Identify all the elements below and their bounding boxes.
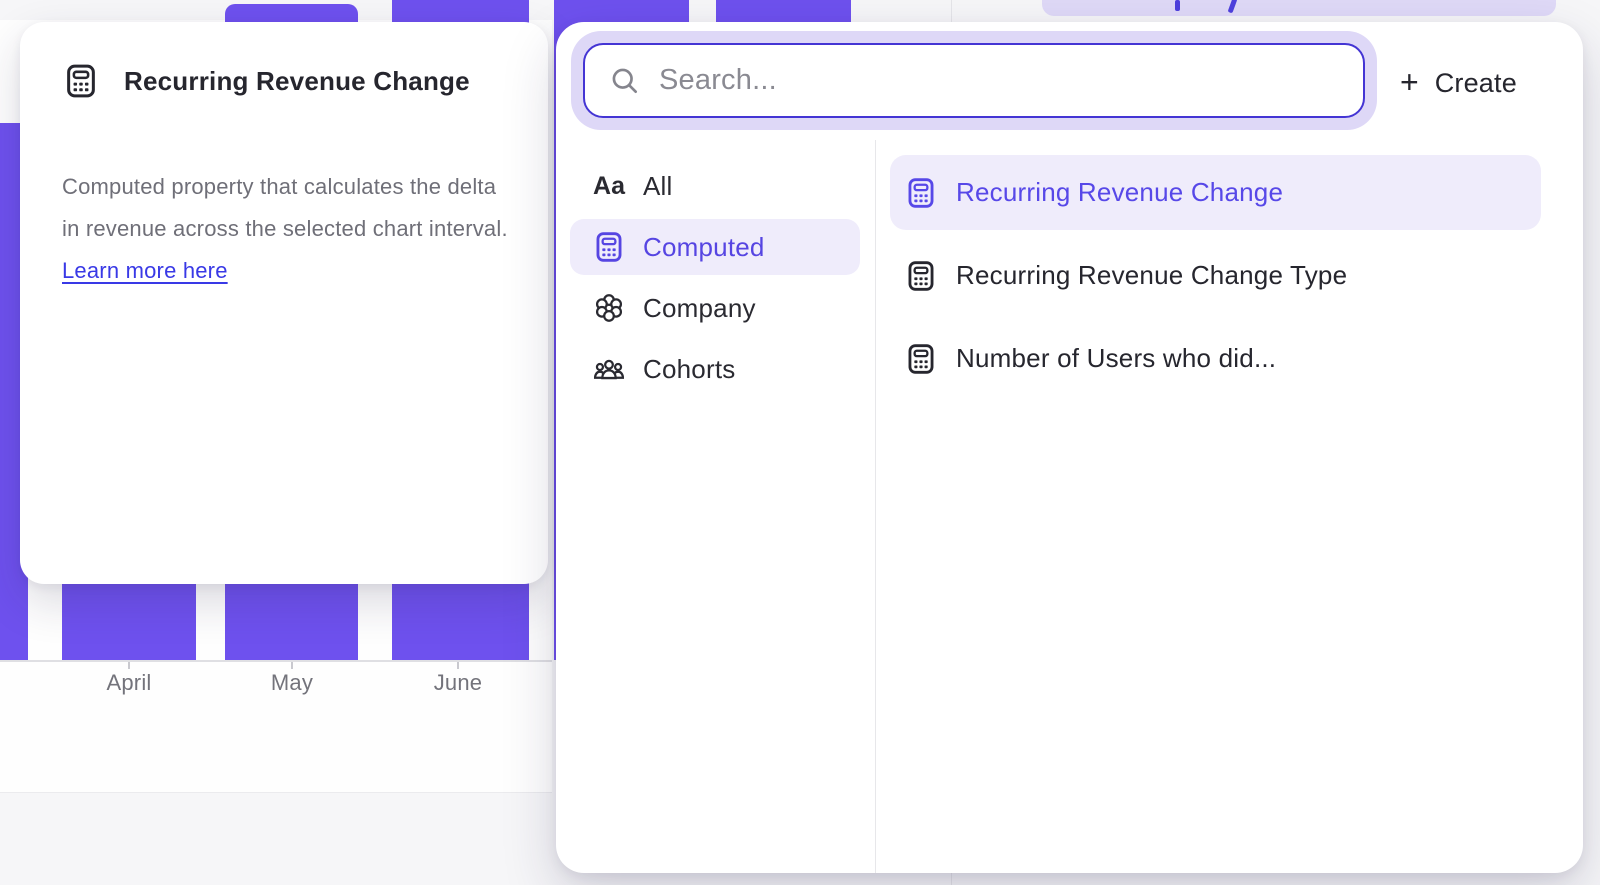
result-label: Number of Users who did... (956, 343, 1276, 374)
calculator-icon (904, 176, 938, 210)
filter-item-computed[interactable]: Computed (570, 219, 860, 275)
plus-icon: + (1400, 66, 1419, 98)
create-button-label: Create (1435, 68, 1517, 99)
calculator-icon (904, 342, 938, 376)
axis-tick (291, 662, 293, 669)
result-item-number-of-users[interactable]: Number of Users who did... (890, 321, 1541, 396)
filter-label: Cohorts (643, 354, 735, 385)
calculator-icon (62, 62, 100, 100)
filter-item-company[interactable]: Company (570, 280, 860, 336)
background-horizontal-divider (0, 792, 552, 793)
axis-tick (128, 662, 130, 669)
tooltip-title: Recurring Revenue Change (124, 66, 470, 97)
property-tooltip-card: Recurring Revenue Change Computed proper… (20, 22, 548, 584)
filter-item-cohorts[interactable]: Cohorts (570, 341, 860, 397)
x-axis-label-june: June (388, 670, 528, 696)
search-icon (609, 65, 641, 97)
result-item-recurring-revenue-change[interactable]: Recurring Revenue Change (890, 155, 1541, 230)
create-button[interactable]: + Create (1386, 56, 1531, 110)
x-axis-label-may: May (222, 670, 362, 696)
x-axis-label-april: April (59, 670, 199, 696)
result-label: Recurring Revenue Change (956, 177, 1283, 208)
search-input[interactable] (657, 63, 1343, 98)
x-axis-line (0, 660, 552, 662)
company-icon (592, 291, 626, 325)
result-label: Recurring Revenue Change Type (956, 260, 1347, 291)
filter-item-all[interactable]: Aa All (570, 158, 860, 214)
filter-list: Aa All Computed (570, 158, 860, 397)
learn-more-link[interactable]: Learn more here (62, 258, 228, 283)
text-property-icon: Aa (592, 172, 626, 201)
clipped-highlight-pill (1042, 0, 1556, 16)
picker-column-divider (875, 140, 876, 873)
clipped-text-fragment (1228, 0, 1238, 13)
tooltip-description-text: Computed property that calculates the de… (62, 174, 508, 241)
clipped-text-fragment (1175, 0, 1180, 11)
calculator-icon (592, 230, 626, 264)
cohorts-icon (592, 352, 626, 386)
filter-label: All (643, 171, 673, 202)
tooltip-description: Computed property that calculates the de… (62, 166, 510, 292)
property-picker-modal: + Create Aa All Computed (556, 22, 1583, 873)
result-list: Recurring Revenue Change Recurring Reven… (890, 155, 1541, 396)
filter-label: Company (643, 293, 756, 324)
filter-label: Computed (643, 232, 765, 263)
search-box[interactable] (583, 43, 1365, 118)
axis-tick (457, 662, 459, 669)
search-focus-halo (571, 31, 1377, 130)
calculator-icon (904, 259, 938, 293)
result-item-recurring-revenue-change-type[interactable]: Recurring Revenue Change Type (890, 238, 1541, 313)
